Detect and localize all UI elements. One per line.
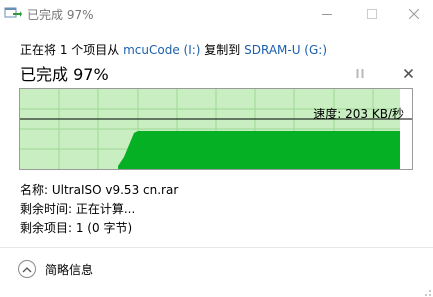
speed-graph-canvas (20, 89, 412, 169)
less-details-button[interactable]: 简略信息 (18, 260, 93, 278)
maximize-button[interactable] (351, 0, 393, 28)
transfer-speed-graph: 速度: 203 KB/秒 (19, 88, 413, 170)
less-details-label: 简略信息 (45, 262, 94, 277)
file-name: 名称: UltraISO v9.53 cn.rar (20, 183, 179, 197)
speed-label: 速度: 203 KB/秒 (313, 107, 404, 121)
time-remaining: 剩余时间: 正在计算... (20, 202, 136, 216)
items-remaining: 剩余项目: 1 (0 字节) (20, 221, 133, 235)
file-copy-icon (4, 5, 22, 21)
copy-prefix: 正在将 1 个项目从 (20, 43, 124, 57)
pause-button[interactable] (350, 64, 370, 82)
divider (0, 247, 433, 248)
window-title: 已完成 97% (27, 8, 94, 22)
copy-middle: 复制到 (200, 43, 245, 57)
close-window-button[interactable] (393, 0, 433, 28)
progress-heading: 已完成 97% (20, 65, 109, 84)
source-drive-link[interactable]: mcuCode (I:) (123, 43, 200, 57)
minimize-button[interactable] (306, 0, 348, 28)
copy-description: 正在将 1 个项目从 mcuCode (I:) 复制到 SDRAM-U (G:) (20, 41, 327, 58)
copy-progress-window: 已完成 97% 正在将 1 个项目从 mcuCode (I:) 复制到 SDRA… (0, 0, 433, 297)
title-bar[interactable]: 已完成 97% (0, 0, 433, 28)
chevron-up-icon (18, 260, 36, 278)
speed-area (118, 131, 400, 169)
resize-grip-icon[interactable] (421, 285, 431, 296)
cancel-button[interactable] (398, 64, 418, 82)
destination-drive-link[interactable]: SDRAM-U (G:) (244, 43, 327, 57)
